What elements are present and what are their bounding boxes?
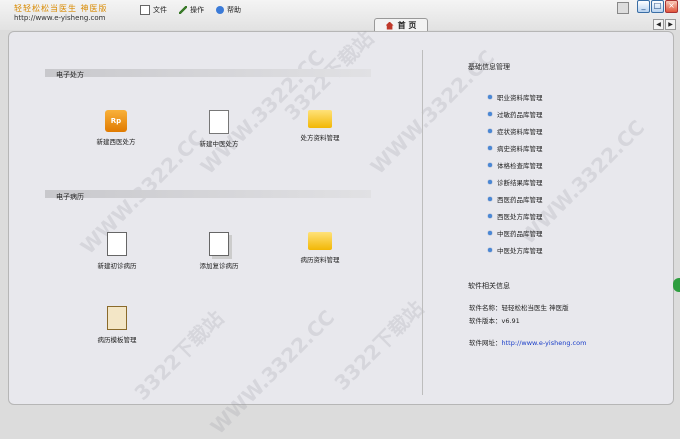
vertical-divider — [422, 50, 423, 395]
app-url: http://www.e-yisheng.com — [14, 14, 106, 22]
close-button[interactable]: × — [665, 0, 678, 13]
minimize-button[interactable]: _ — [637, 0, 650, 13]
software-info-title: 软件相关信息 — [468, 282, 510, 290]
record-data-management-button[interactable]: 病历资料管理 — [280, 232, 360, 264]
bullet-icon — [488, 111, 492, 116]
basic-info-item-label: 中医处方库管理 — [497, 246, 543, 255]
new-initial-record-button[interactable]: 新建初诊病历 — [77, 232, 157, 270]
main-panel — [8, 31, 674, 405]
basic-info-item-label: 病史资料库管理 — [497, 144, 543, 153]
software-name-label: 软件名称： — [469, 304, 502, 312]
add-follow-up-record-label: 添加复诊病历 — [199, 262, 239, 270]
new-initial-record-label: 新建初诊病历 — [97, 262, 137, 270]
folder-icon — [308, 232, 332, 250]
bullet-icon — [488, 145, 492, 150]
basic-info-item-label: 西医处方库管理 — [497, 212, 543, 221]
menu-operate[interactable]: 操作 — [179, 5, 204, 15]
help-icon — [216, 6, 224, 14]
basic-info-item-label: 症状资料库管理 — [497, 127, 543, 136]
basic-info-item[interactable]: 西医药品库管理 — [488, 190, 543, 207]
software-name-row: 软件名称：轻轻松松当医生 神医版 — [469, 302, 569, 312]
document-pen-icon — [209, 110, 229, 134]
basic-info-item-label: 体格检查库管理 — [497, 161, 543, 170]
basic-info-item[interactable]: 诊断结果库管理 — [488, 173, 543, 190]
menu-operate-label: 操作 — [190, 6, 204, 14]
basic-info-item[interactable]: 体格检查库管理 — [488, 156, 543, 173]
menu-help[interactable]: 帮助 — [216, 5, 241, 15]
basic-info-item-label: 过敏药品库管理 — [497, 110, 543, 119]
new-western-prescription-button[interactable]: Rp 新建西医处方 — [76, 110, 156, 146]
menu-file-label: 文件 — [153, 6, 167, 14]
new-chinese-prescription-button[interactable]: 新建中医处方 — [179, 110, 259, 148]
tab-navigation: ◀ ▶ — [653, 19, 676, 30]
app-logo: 轻轻松松当医生 神医版 — [14, 4, 108, 13]
basic-info-title: 基础信息管理 — [468, 63, 510, 71]
menu-bar: 文件 操作 帮助 — [140, 5, 241, 15]
documents-icon — [209, 232, 229, 256]
pencil-icon — [179, 6, 187, 14]
basic-info-item[interactable]: 中医药品库管理 — [488, 224, 543, 241]
bullet-icon — [488, 213, 492, 218]
software-site-link[interactable]: http://www.e-yisheng.com — [502, 339, 587, 347]
menu-file[interactable]: 文件 — [140, 5, 167, 15]
basic-info-item-label: 职业资料库管理 — [497, 93, 543, 102]
software-site-label: 软件网址： — [469, 339, 502, 347]
basic-info-item[interactable]: 病史资料库管理 — [488, 139, 543, 156]
add-follow-up-record-button[interactable]: 添加复诊病历 — [179, 232, 259, 270]
basic-info-item[interactable]: 过敏药品库管理 — [488, 105, 543, 122]
maximize-button[interactable]: □ — [651, 0, 664, 13]
file-icon — [140, 5, 150, 15]
section-title-records: 电子病历 — [56, 193, 84, 201]
side-tab-handle[interactable] — [673, 278, 680, 292]
basic-info-item[interactable]: 中医处方库管理 — [488, 241, 543, 258]
section-bar-records — [45, 190, 371, 198]
notepad-icon[interactable] — [617, 2, 629, 14]
prescription-data-management-label: 处方资料管理 — [300, 134, 340, 142]
software-name-value: 轻轻松松当医生 神医版 — [501, 304, 569, 312]
software-version-row: 软件版本：v6.91 — [469, 315, 520, 325]
tab-next-button[interactable]: ▶ — [665, 19, 676, 30]
software-site-row: 软件网址：http://www.e-yisheng.com — [469, 337, 586, 347]
tab-home-label: 首 页 — [397, 21, 417, 30]
record-template-management-button[interactable]: 病历模板管理 — [77, 306, 157, 344]
folder-icon — [308, 110, 332, 128]
basic-info-item-label: 诊断结果库管理 — [497, 178, 543, 187]
new-chinese-prescription-label: 新建中医处方 — [199, 140, 239, 148]
basic-info-item[interactable]: 职业资料库管理 — [488, 88, 543, 105]
basic-info-item-label: 西医药品库管理 — [497, 195, 543, 204]
section-title-prescription: 电子处方 — [56, 71, 84, 79]
bullet-icon — [488, 162, 492, 167]
bullet-icon — [488, 196, 492, 201]
title-bar: 轻轻松松当医生 神医版 http://www.e-yisheng.com 文件 … — [0, 0, 680, 32]
menu-help-label: 帮助 — [227, 6, 241, 14]
basic-info-item[interactable]: 症状资料库管理 — [488, 122, 543, 139]
clipboard-icon — [107, 306, 127, 330]
basic-info-item-label: 中医药品库管理 — [497, 229, 543, 238]
bullet-icon — [488, 247, 492, 252]
bullet-icon — [488, 128, 492, 133]
home-icon — [385, 21, 394, 30]
window-controls: _ □ × — [637, 0, 678, 13]
basic-info-item[interactable]: 西医处方库管理 — [488, 207, 543, 224]
prescription-data-management-button[interactable]: 处方资料管理 — [280, 110, 360, 142]
record-data-management-label: 病历资料管理 — [300, 256, 340, 264]
document-icon — [107, 232, 127, 256]
new-western-prescription-label: 新建西医处方 — [96, 138, 136, 146]
rp-prescription-icon: Rp — [105, 110, 127, 132]
tab-prev-button[interactable]: ◀ — [653, 19, 664, 30]
software-version-value: v6.91 — [501, 317, 520, 325]
record-template-management-label: 病历模板管理 — [97, 336, 137, 344]
basic-info-list: 职业资料库管理 过敏药品库管理 症状资料库管理 病史资料库管理 体格检查库管理 … — [488, 88, 543, 258]
bullet-icon — [488, 230, 492, 235]
software-version-label: 软件版本： — [469, 317, 502, 325]
bullet-icon — [488, 94, 492, 99]
bullet-icon — [488, 179, 492, 184]
tab-home[interactable]: 首 页 — [374, 18, 428, 32]
section-bar-prescription — [45, 69, 371, 77]
